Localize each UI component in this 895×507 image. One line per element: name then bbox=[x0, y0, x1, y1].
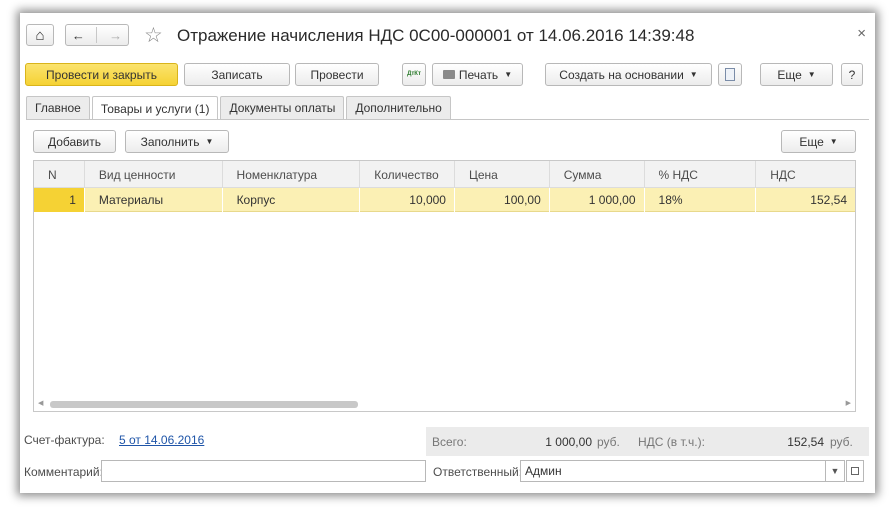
post-and-close-label: Провести и закрыть bbox=[46, 67, 157, 82]
add-label: Добавить bbox=[47, 134, 102, 149]
table-more-menu-button[interactable]: Еще ▼ bbox=[781, 130, 856, 153]
scrollbar-thumb[interactable] bbox=[50, 401, 358, 408]
cell-item[interactable]: Корпус bbox=[223, 188, 361, 212]
cell-price[interactable]: 100,00 bbox=[455, 188, 550, 212]
vat-currency: руб. bbox=[830, 435, 853, 449]
divider bbox=[96, 27, 98, 43]
tab-goods-services[interactable]: Товары и услуги (1) bbox=[91, 96, 219, 120]
scroll-right-icon[interactable]: ▶ bbox=[846, 399, 851, 407]
responsible-label: Ответственный: bbox=[433, 465, 523, 479]
column-header-n[interactable]: N bbox=[34, 161, 85, 188]
title-bar: ⌂ ← → ☆ Отражение начисления НДС 0С00-00… bbox=[20, 13, 875, 61]
post-button[interactable]: Провести bbox=[295, 63, 379, 86]
chevron-down-icon: ▼ bbox=[830, 466, 840, 476]
report-button[interactable] bbox=[718, 63, 742, 86]
tab-payment-documents[interactable]: Документы оплаты bbox=[220, 96, 345, 119]
page-title: Отражение начисления НДС 0С00-000001 от … bbox=[177, 26, 695, 45]
close-icon[interactable]: × bbox=[857, 25, 866, 42]
responsible-field[interactable]: Админ bbox=[520, 460, 826, 482]
post-label: Провести bbox=[310, 67, 364, 82]
tab-additional[interactable]: Дополнительно bbox=[346, 96, 451, 119]
home-icon: ⌂ bbox=[35, 26, 45, 44]
forward-arrow-icon[interactable]: → bbox=[109, 28, 122, 43]
dtkt-button[interactable]: ДтКт bbox=[402, 63, 426, 86]
cell-vat-rate[interactable]: 18% bbox=[645, 188, 757, 212]
column-header-vat[interactable]: НДС bbox=[756, 161, 855, 188]
vat-total-value: 152,54 bbox=[787, 435, 824, 449]
responsible-open-button[interactable] bbox=[846, 460, 864, 482]
column-header-vat-rate[interactable]: % НДС bbox=[645, 161, 757, 188]
cell-value-type[interactable]: Материалы bbox=[85, 188, 223, 212]
back-arrow-icon[interactable]: ← bbox=[72, 28, 85, 43]
print-label: Печать bbox=[458, 67, 499, 82]
totals-panel: Всего: 1 000,00 руб. НДС (в т.ч.): 152,5… bbox=[426, 427, 869, 456]
tab-label: Дополнительно bbox=[355, 101, 442, 115]
cell-n[interactable]: 1 bbox=[34, 188, 85, 212]
more-label: Еще bbox=[777, 67, 802, 82]
table-row[interactable]: 1 Материалы Корпус 10,000 100,00 1 000,0… bbox=[34, 188, 855, 212]
total-value: 1 000,00 bbox=[545, 435, 592, 449]
dtkt-icon: ДтКт bbox=[407, 71, 421, 77]
table-more-label: Еще bbox=[799, 134, 824, 149]
column-header-item[interactable]: Номенклатура bbox=[223, 161, 361, 188]
column-header-value-type[interactable]: Вид ценности bbox=[85, 161, 223, 188]
column-header-quantity[interactable]: Количество bbox=[360, 161, 455, 188]
cell-amount[interactable]: 1 000,00 bbox=[550, 188, 645, 212]
fill-menu-button[interactable]: Заполнить ▼ bbox=[125, 130, 229, 153]
invoice-label: Счет-фактура: bbox=[24, 433, 105, 447]
tab-label: Товары и услуги (1) bbox=[100, 101, 210, 116]
post-and-close-button[interactable]: Провести и закрыть bbox=[25, 63, 178, 86]
comment-field[interactable] bbox=[101, 460, 426, 482]
create-based-on-label: Создать на основании bbox=[559, 67, 684, 82]
tab-main[interactable]: Главное bbox=[26, 96, 90, 119]
history-nav: ← → bbox=[65, 24, 129, 46]
table-header: N Вид ценности Номенклатура Количество Ц… bbox=[34, 161, 855, 188]
total-label: Всего: bbox=[432, 435, 467, 449]
invoice-link[interactable]: 5 от 14.06.2016 bbox=[119, 433, 204, 447]
tab-panel-border bbox=[26, 119, 869, 120]
total-currency: руб. bbox=[597, 435, 620, 449]
scroll-left-icon[interactable]: ◀ bbox=[38, 399, 43, 407]
chevron-down-icon: ▼ bbox=[689, 70, 698, 79]
more-menu-button[interactable]: Еще ▼ bbox=[760, 63, 833, 86]
printer-icon bbox=[442, 70, 455, 79]
fill-label: Заполнить bbox=[140, 134, 200, 149]
responsible-dropdown-button[interactable]: ▼ bbox=[825, 460, 845, 482]
save-label: Записать bbox=[211, 67, 263, 82]
tab-label: Документы оплаты bbox=[229, 101, 336, 115]
chevron-down-icon: ▼ bbox=[205, 137, 214, 146]
goods-table[interactable]: N Вид ценности Номенклатура Количество Ц… bbox=[33, 160, 856, 412]
document-window: ⌂ ← → ☆ Отражение начисления НДС 0С00-00… bbox=[20, 13, 875, 493]
tab-bar: Главное Товары и услуги (1) Документы оп… bbox=[26, 96, 453, 120]
create-based-on-button[interactable]: Создать на основании ▼ bbox=[545, 63, 712, 86]
horizontal-scrollbar[interactable]: ◀ ▶ bbox=[38, 399, 851, 408]
chevron-down-icon: ▼ bbox=[504, 70, 513, 79]
column-header-price[interactable]: Цена bbox=[455, 161, 550, 188]
favorite-star-icon[interactable]: ☆ bbox=[144, 23, 163, 48]
home-button[interactable]: ⌂ bbox=[26, 24, 54, 46]
save-button[interactable]: Записать bbox=[184, 63, 290, 86]
column-header-amount[interactable]: Сумма bbox=[550, 161, 645, 188]
cell-quantity[interactable]: 10,000 bbox=[360, 188, 455, 212]
vat-label: НДС (в т.ч.): bbox=[638, 435, 705, 449]
cell-vat[interactable]: 152,54 bbox=[756, 188, 855, 212]
open-icon bbox=[851, 467, 859, 475]
tab-label: Главное bbox=[35, 101, 81, 115]
help-button[interactable]: ? bbox=[841, 63, 863, 86]
report-icon bbox=[725, 68, 735, 81]
help-icon: ? bbox=[848, 67, 856, 82]
add-row-button[interactable]: Добавить bbox=[33, 130, 116, 153]
print-menu-button[interactable]: Печать ▼ bbox=[432, 63, 523, 86]
comment-label: Комментарий: bbox=[24, 465, 103, 479]
chevron-down-icon: ▼ bbox=[807, 70, 816, 79]
chevron-down-icon: ▼ bbox=[829, 137, 838, 146]
